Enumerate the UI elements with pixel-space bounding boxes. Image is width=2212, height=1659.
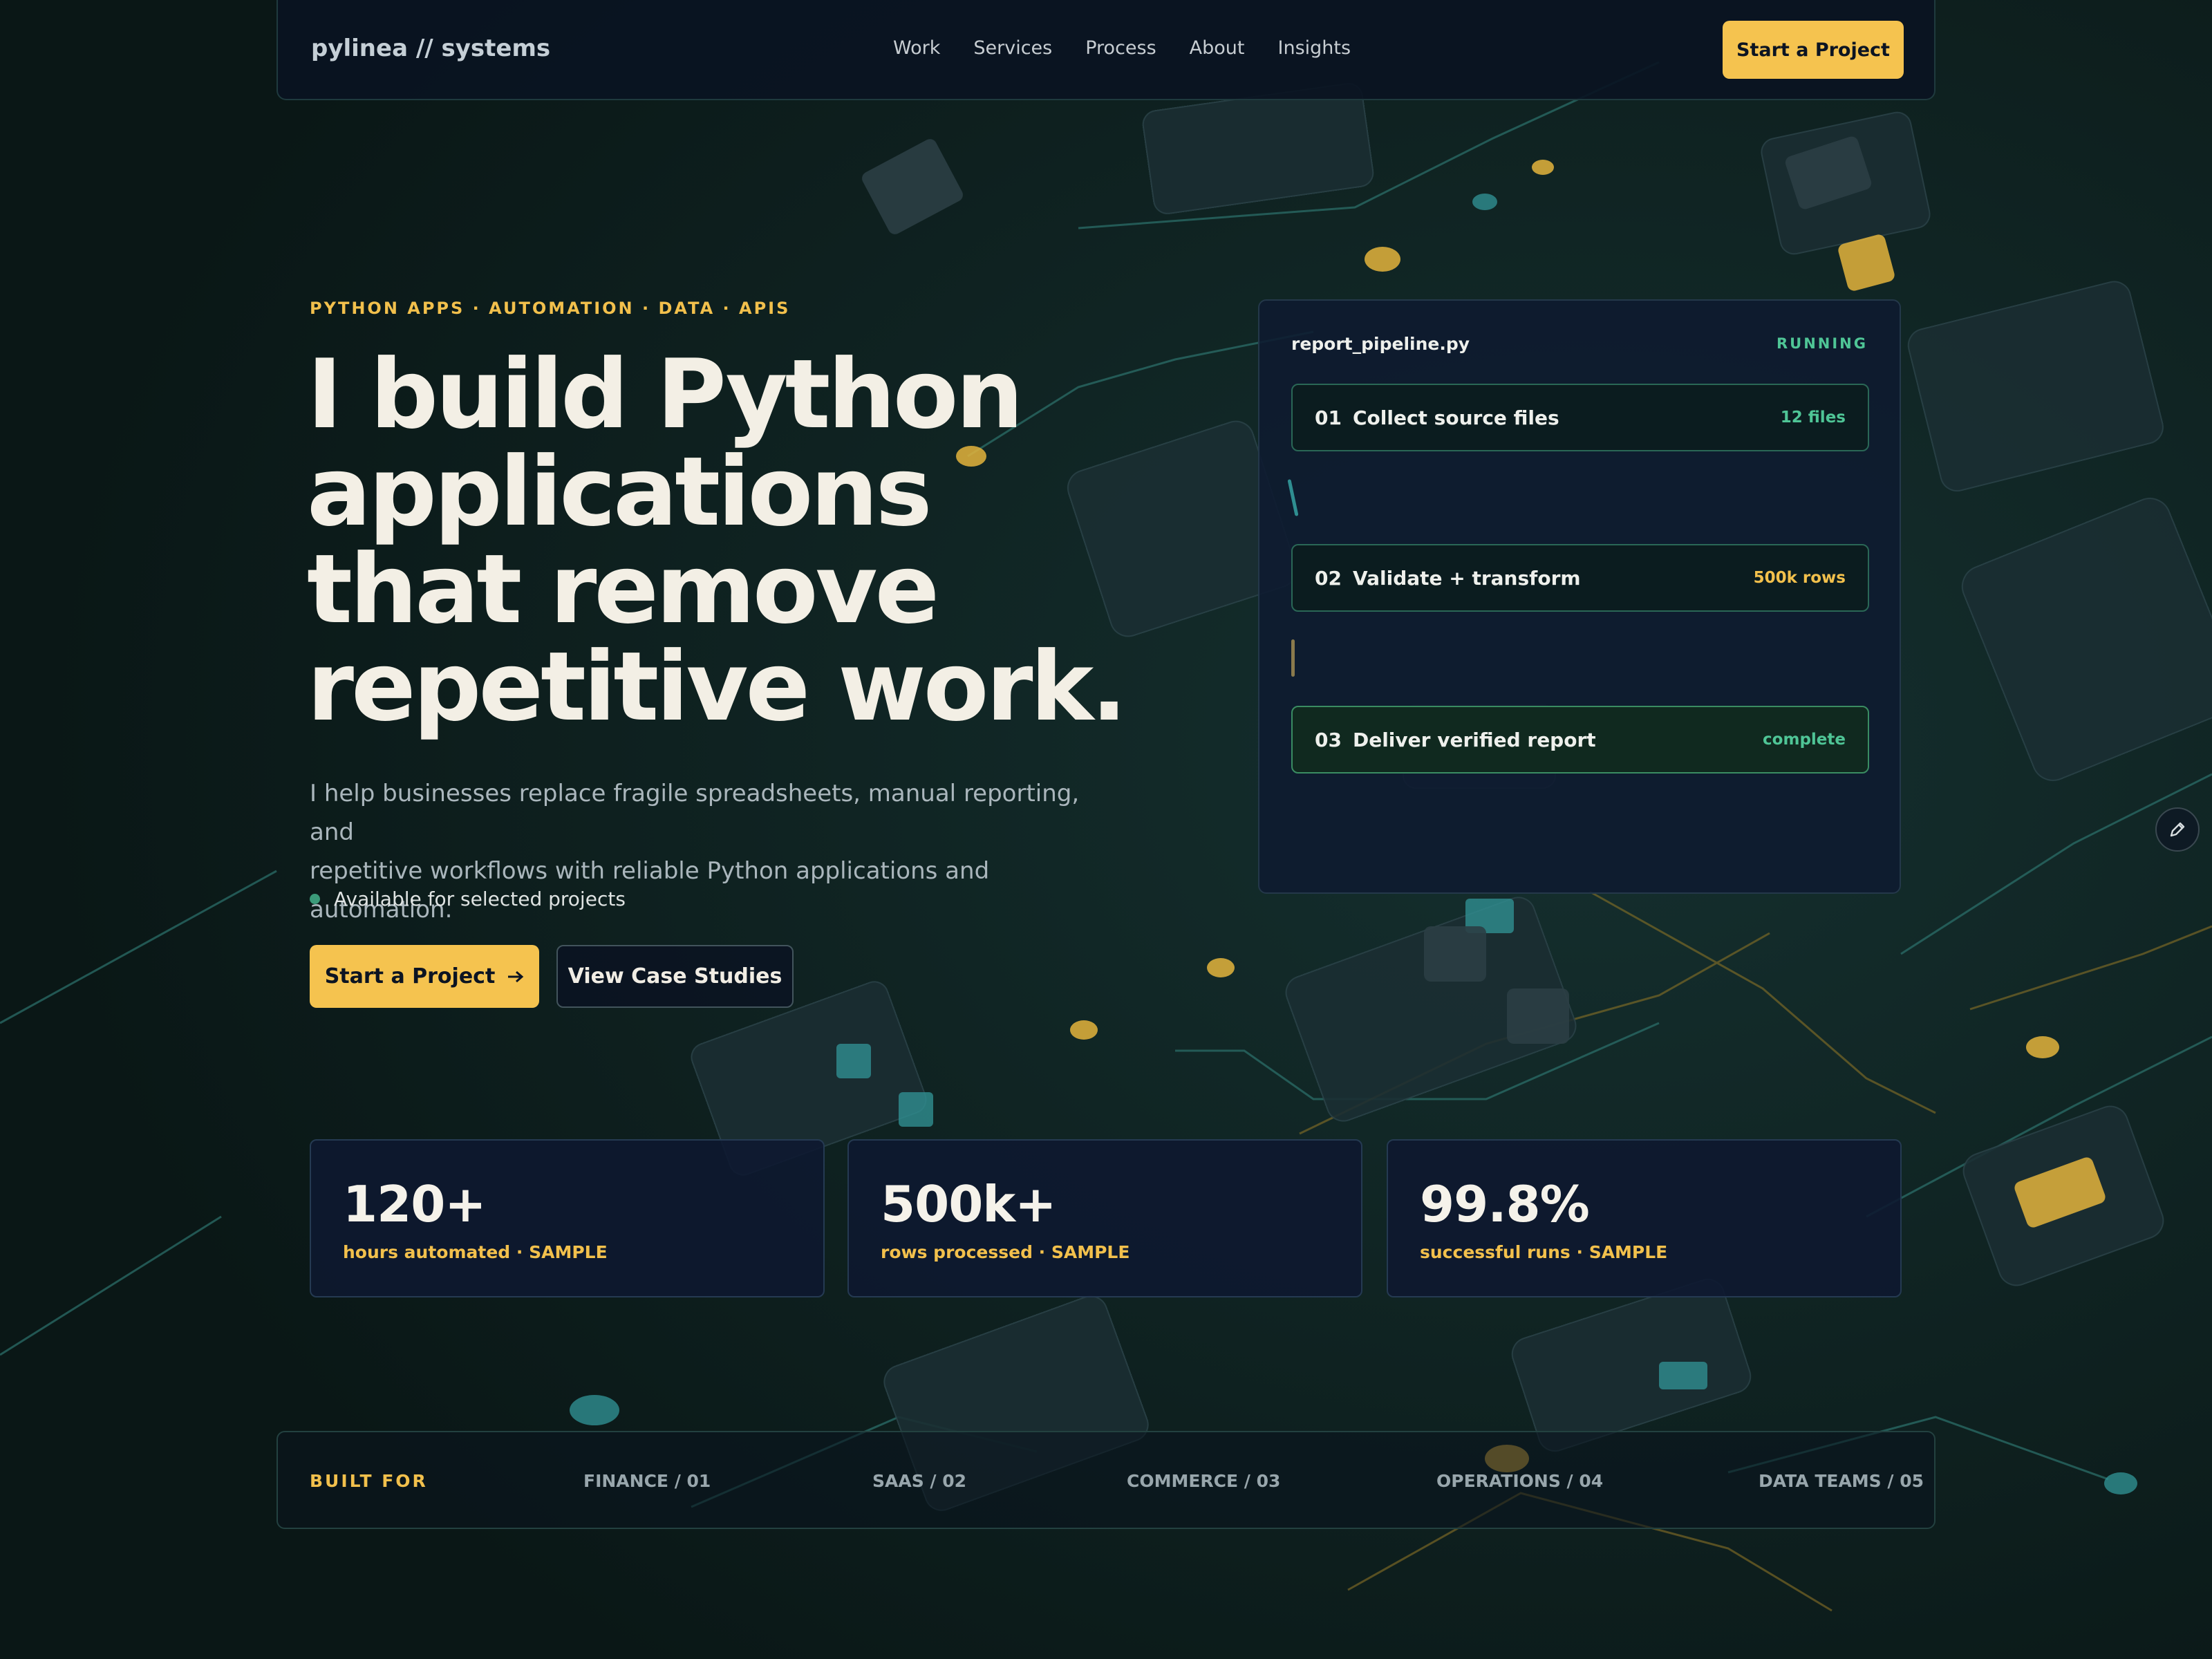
step-meta: 12 files: [1780, 409, 1846, 427]
start-project-button[interactable]: Start a Project: [310, 945, 539, 1008]
hero-eyebrow: PYTHON APPS · AUTOMATION · DATA · APIS: [310, 299, 791, 318]
pencil-icon: [2170, 822, 2185, 837]
headline-line-1: I build Python: [307, 339, 1024, 450]
edit-button[interactable]: [2155, 807, 2200, 852]
status-dot-icon: [310, 894, 320, 904]
industry-finance: FINANCE / 01: [583, 1471, 711, 1491]
nav-link-process[interactable]: Process: [1085, 37, 1156, 59]
stat-card-hours: 120+ hours automated · SAMPLE: [310, 1139, 825, 1297]
nav-links: Work Services Process About Insights: [893, 37, 1351, 59]
stat-label: rows processed · SAMPLE: [881, 1242, 1130, 1262]
step-connector: [1287, 479, 1299, 516]
nav-link-about[interactable]: About: [1190, 37, 1245, 59]
pipeline-step-2: 02 Validate + transform 500k rows: [1291, 544, 1869, 612]
built-for-strip: BUILT FOR FINANCE / 01 SAAS / 02 COMMERC…: [276, 1431, 1936, 1529]
hero-headline: I build Python applications that remove …: [307, 346, 1136, 735]
nav-link-insights[interactable]: Insights: [1278, 37, 1351, 59]
step-label: Collect source files: [1352, 406, 1559, 429]
headline-line-2: applications: [307, 436, 932, 547]
industry-commerce: COMMERCE / 03: [1127, 1471, 1281, 1491]
step-number: 01: [1315, 406, 1342, 429]
step-label: Deliver verified report: [1352, 728, 1596, 751]
stat-card-rows: 500k+ rows processed · SAMPLE: [847, 1139, 1362, 1297]
stat-label: successful runs · SAMPLE: [1420, 1242, 1668, 1262]
availability-text: Available for selected projects: [334, 888, 626, 910]
availability-status: Available for selected projects: [310, 888, 626, 910]
pipeline-step-3: 03 Deliver verified report complete: [1291, 706, 1869, 774]
arrow-right-icon: [508, 971, 524, 982]
pipeline-step-1: 01 Collect source files 12 files: [1291, 384, 1869, 451]
nav-link-services[interactable]: Services: [973, 37, 1052, 59]
nav-link-work[interactable]: Work: [893, 37, 940, 59]
step-label: Validate + transform: [1352, 566, 1581, 590]
pipeline-panel: report_pipeline.py RUNNING 01 Collect so…: [1258, 299, 1901, 894]
step-number: 03: [1315, 728, 1342, 751]
industry-operations: OPERATIONS / 04: [1436, 1471, 1604, 1491]
headline-line-3: that remove: [307, 534, 939, 645]
built-for-label: BUILT FOR: [310, 1471, 428, 1491]
pipeline-status-badge: RUNNING: [1777, 335, 1868, 352]
headline-line-4: repetitive work.: [307, 631, 1127, 742]
stat-card-runs: 99.8% successful runs · SAMPLE: [1387, 1139, 1902, 1297]
stat-value: 99.8%: [1420, 1175, 1590, 1233]
start-project-label: Start a Project: [324, 964, 496, 988]
site-logo[interactable]: pylinea // systems: [311, 35, 550, 62]
step-number: 02: [1315, 566, 1342, 590]
step-connector: [1291, 639, 1295, 677]
stat-label: hours automated · SAMPLE: [343, 1242, 608, 1262]
stat-value: 500k+: [881, 1175, 1057, 1233]
stat-value: 120+: [343, 1175, 487, 1233]
view-case-studies-button[interactable]: View Case Studies: [556, 945, 794, 1008]
step-meta: complete: [1763, 731, 1846, 749]
top-nav: pylinea // systems Work Services Process…: [276, 0, 1936, 100]
step-meta: 500k rows: [1753, 569, 1846, 587]
industry-saas: SAAS / 02: [872, 1471, 967, 1491]
pipeline-filename: report_pipeline.py: [1291, 334, 1470, 354]
lede-line-1: I help businesses replace fragile spread…: [310, 780, 1080, 846]
nav-start-project-button[interactable]: Start a Project: [1723, 21, 1904, 79]
industry-data-teams: DATA TEAMS / 05: [1759, 1471, 1924, 1491]
